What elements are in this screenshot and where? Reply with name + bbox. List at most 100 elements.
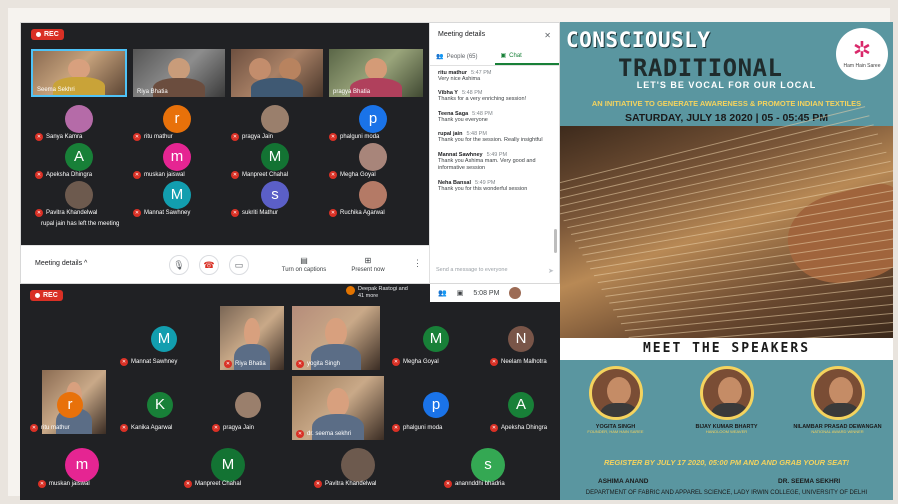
more-options-icon[interactable]: ⋮ <box>413 258 422 269</box>
participant-tile[interactable] <box>231 49 323 97</box>
mic-button[interactable]: 🎙 <box>169 255 189 275</box>
mic-off-icon: ✕ <box>329 171 337 179</box>
participant-tile[interactable]: A ✕ Apeksha Dhingra <box>486 390 556 434</box>
participant-tile[interactable]: ✕ Sanya Kamra <box>31 105 127 141</box>
message-text: Thank you everyone <box>438 116 488 123</box>
chat-scrollbar[interactable] <box>554 229 557 253</box>
participant-tile[interactable]: pragya Bhatia <box>329 49 423 97</box>
clock-time: 5:08 PM <box>473 289 500 297</box>
participant-name: ✕ Pavitra Khandelwal <box>35 209 98 217</box>
avatar: A <box>65 143 93 171</box>
participant-tile[interactable]: Seema Sekhri <box>31 49 127 97</box>
participant-tile[interactable]: M ✕ Mannat Sawhney <box>129 181 225 217</box>
participant-tile[interactable]: A ✕ Apeksha Dhingra <box>31 143 127 179</box>
avatar: p <box>423 392 449 418</box>
participant-name: ✕ dr. seema sekhri <box>296 430 352 438</box>
participant-name: ✕ Pavitra Khandelwal <box>314 480 377 488</box>
participant-name: pragya Bhatia <box>333 89 371 95</box>
mic-off-icon: ✕ <box>35 133 43 141</box>
participant-tile[interactable]: p ✕ phalguni moda <box>325 105 421 141</box>
message-text: Thanks for a very enriching session! <box>438 96 527 103</box>
participant-tile[interactable]: M ✕ Manpreet Chahal <box>227 143 323 179</box>
poster-title-2: TRADITIONAL <box>618 54 783 82</box>
present-button[interactable]: ⊞ Present now <box>343 256 393 273</box>
avatar: r <box>57 392 83 418</box>
participant-name: ✕ Kanika Agarwal <box>120 424 173 432</box>
avatar: A <box>508 392 534 418</box>
mic-off-icon: ✕ <box>490 424 498 432</box>
participant-tile[interactable]: ✕ pragya Jain <box>208 390 288 434</box>
participant-tile[interactable]: p ✕ phalguni moda <box>388 390 484 434</box>
participant-tile[interactable]: ✕ Riya Bhatia <box>220 306 284 370</box>
loom-image <box>560 106 893 359</box>
participant-tile[interactable]: ✕ Pavitra Khandelwal <box>31 181 127 217</box>
mic-off-icon: ✕ <box>133 209 141 217</box>
participant-tile[interactable]: ✕ yogita Singh <box>292 306 380 370</box>
avatar: p <box>359 105 387 133</box>
chat-input[interactable]: Send a message to everyone ➤ <box>436 267 554 275</box>
participant-tile[interactable]: N ✕ Neelam Malhotra <box>486 324 556 368</box>
participant-name: ✕ Mannat Sawhney <box>120 358 178 366</box>
participant-tile[interactable]: ✕ Ruchika Agarwal <box>325 181 421 217</box>
participant-tile[interactable]: M ✕ Manpreet Chahal <box>180 446 276 490</box>
people-icon[interactable]: 👥 <box>438 289 447 297</box>
participant-name: ✕ Ruchika Agarwal <box>329 209 385 217</box>
chat-tabs: 👥 People (65) ▣ Chat <box>430 48 559 66</box>
message-time: 5:48 PM <box>472 110 493 117</box>
hang-up-button[interactable]: ☎ <box>199 255 219 275</box>
left-notification: rupal jain has left the meeting <box>41 221 120 227</box>
participant-tile[interactable]: K ✕ Kanika Agarwal <box>116 390 204 434</box>
meeting-details-toggle[interactable]: Meeting details ^ <box>35 260 87 267</box>
loom-thread <box>560 124 874 201</box>
participant-tile[interactable]: ✕ pragya Jain <box>227 105 323 141</box>
tab-chat[interactable]: ▣ Chat <box>494 48 559 65</box>
avatar: M <box>211 448 245 482</box>
speaker-role: FOUNDER, HAM HAIN SAREE <box>587 429 644 434</box>
mic-off-icon: ✕ <box>296 430 304 438</box>
mic-off-icon: ✕ <box>133 171 141 179</box>
chat-message: Vibha Y 5:48 PM Thanks for a very enrichin… <box>438 90 551 103</box>
people-icon: 👥 <box>436 54 444 60</box>
participant-tile[interactable]: m ✕ muskan jaiswal <box>129 143 225 179</box>
participant-tile[interactable]: ✕ Pavitra Khandelwal <box>310 446 406 490</box>
participant-tile[interactable]: s ✕ sukriti Mathur <box>227 181 323 217</box>
captions-button[interactable]: ▤ Turn on captions <box>279 256 329 273</box>
participant-tile[interactable]: M ✕ Megha Goyal <box>388 324 484 368</box>
participant-name: ✕ phalguni moda <box>392 424 443 432</box>
tab-people[interactable]: 👥 People (65) <box>430 48 495 65</box>
chat-message: rupal jain 5:48 PM Thank you for the sessi… <box>438 131 551 144</box>
participant-tile[interactable]: ✕ Megha Goyal <box>325 143 421 179</box>
mic-off-icon: ✕ <box>392 358 400 366</box>
participant-tile[interactable]: r ✕ ritu mathur <box>129 105 225 141</box>
weave-logo-icon: ✲ <box>852 37 872 62</box>
participant-tile[interactable]: M ✕ Mannat Sawhney <box>116 324 212 368</box>
camera-button[interactable]: ▭ <box>229 255 249 275</box>
avatar <box>261 105 289 133</box>
message-text: Thank you for this wonderful session <box>438 185 528 192</box>
join-notification: Deepak Rastogi and 41 more <box>346 286 414 299</box>
mic-off-icon: ✕ <box>296 360 304 368</box>
camera-icon: ▭ <box>234 260 244 270</box>
event-poster: CONSCIOUSLY TRADITIONAL ✲ Ham Hain Saree… <box>560 22 893 500</box>
participant-tile[interactable]: s ✕ anannddhi bhadria <box>440 446 536 490</box>
participant-name: ✕ ritu mathur <box>133 133 173 141</box>
participant-tile[interactable]: r ✕ ritu mathur <box>26 390 114 434</box>
chat-message: Neha Bansal 5:49 PM Thank you for this won… <box>438 180 551 193</box>
send-icon[interactable]: ➤ <box>548 267 554 275</box>
mic-off-icon: ✕ <box>444 480 452 488</box>
mic-off-icon: ✕ <box>231 133 239 141</box>
chat-icon[interactable]: ▣ <box>457 289 464 297</box>
rec-label: REC <box>44 31 59 38</box>
participant-tile[interactable]: Riya Bhatia <box>133 49 225 97</box>
mic-off-icon: ✕ <box>490 358 498 366</box>
chat-panel: Meeting details ✕ 👥 People (65) ▣ Chat rit… <box>429 23 559 283</box>
participant-tile[interactable]: m ✕ muskan jaiswal <box>34 446 130 490</box>
avatar: M <box>423 326 449 352</box>
close-icon[interactable]: ✕ <box>544 31 551 40</box>
participant-tile[interactable]: ✕ dr. seema sekhri <box>292 376 384 440</box>
chat-message: Mannat Sawhney 5:49 PM Thank you Ashima ma… <box>438 152 551 173</box>
mic-off-icon: ✕ <box>329 133 337 141</box>
avatar[interactable] <box>509 287 522 299</box>
meet-window-bottom: REC Deepak Rastogi and 41 more 👥 ▣ 5:08 … <box>20 284 560 500</box>
participant-name: ✕ anannddhi bhadria <box>444 480 505 488</box>
